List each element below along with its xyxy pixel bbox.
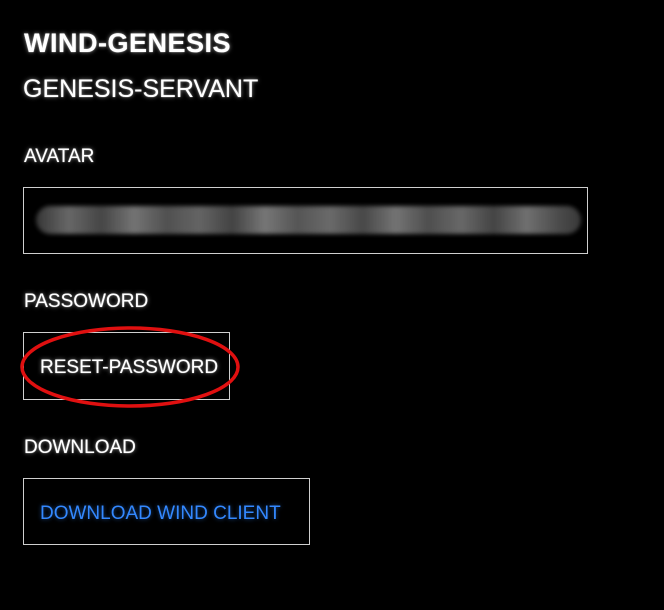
download-label: DOWNLOAD (24, 437, 136, 458)
reset-password-label: RESET-PASSWORD (40, 357, 219, 378)
blurred-avatar-value (36, 206, 581, 234)
password-label: PASSOWORD (24, 291, 149, 312)
app-title: WIND-GENESIS (24, 28, 232, 58)
download-box: DOWNLOAD WIND CLIENT (23, 478, 310, 545)
reset-password-button[interactable]: RESET-PASSWORD (23, 332, 230, 400)
avatar-field (23, 187, 588, 254)
username: GENESIS-SERVANT (23, 75, 259, 103)
download-wind-client-link[interactable]: DOWNLOAD WIND CLIENT (40, 503, 281, 525)
avatar-label: AVATAR (24, 146, 95, 167)
